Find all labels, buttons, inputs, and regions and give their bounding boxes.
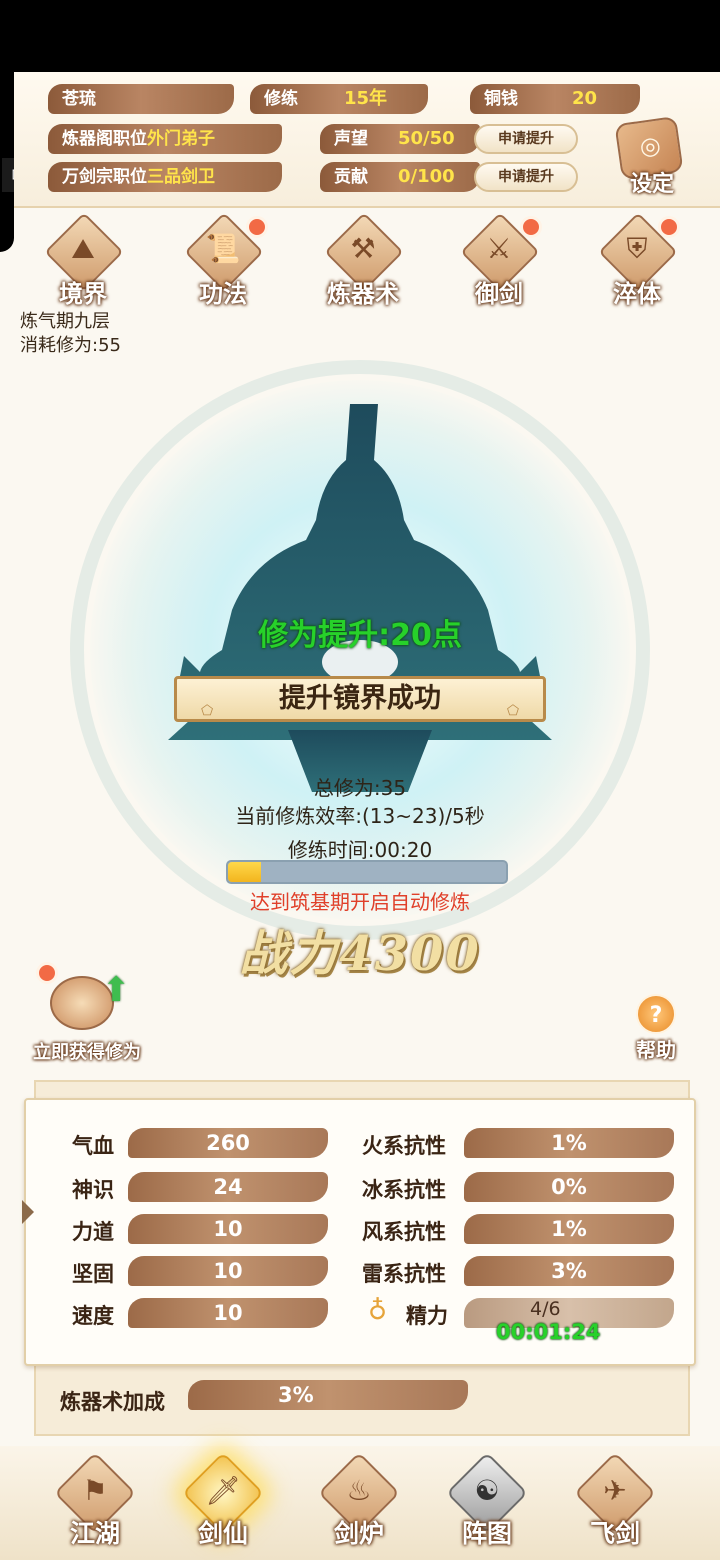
stat-label-defense: 坚固: [72, 1262, 114, 1286]
copper-coins-value: 20: [572, 88, 598, 109]
question-icon: ?: [636, 994, 676, 1034]
nav-sword-immortal[interactable]: 🗡 剑仙: [168, 1451, 278, 1554]
flying-sword-icon: ✈: [603, 1474, 627, 1507]
yinyang-icon: ☯: [474, 1474, 500, 1507]
sect-post: 万剑宗职位三品剑卫: [48, 162, 282, 192]
stat-value-thunder-res: 3%: [464, 1256, 674, 1286]
cultivator-silhouette: [168, 404, 552, 792]
feature-technique[interactable]: 📜 功法: [168, 212, 278, 312]
cultivation-years: 修练 15年: [250, 84, 428, 114]
stat-value-wind-res: 1%: [464, 1214, 674, 1244]
total-cultivation: 总修为:35: [313, 776, 407, 800]
mountain-icon: ⛰: [71, 232, 95, 265]
notification-dot: [658, 216, 680, 238]
nav-formation[interactable]: ☯ 阵图: [432, 1451, 542, 1554]
realm-cost: 消耗修为:55: [20, 335, 121, 356]
stat-value-defense: 10: [128, 1256, 328, 1286]
contribution: 贡献 0/100: [320, 162, 480, 192]
cultivation-years-value: 15年: [344, 88, 388, 109]
stat-label-thunder-res: 雷系抗性: [362, 1262, 446, 1286]
contribution-value: 0/100: [398, 166, 455, 187]
gourd-icon: ♁: [368, 1296, 388, 1326]
realm-level: 炼气期九层: [20, 311, 110, 332]
apply-promotion-button[interactable]: 申请提升: [474, 124, 578, 154]
armor-icon: ⛨: [626, 232, 648, 265]
stat-label-ice-res: 冰系抗性: [362, 1178, 446, 1202]
notification-dot: [520, 216, 542, 238]
stat-value-spirit: 24: [128, 1172, 328, 1202]
stat-label-strength: 力道: [72, 1220, 114, 1244]
breakthrough-banner: ⬠ 提升镜界成功 ⬠: [174, 676, 546, 722]
furnace-icon: ♨: [346, 1474, 372, 1507]
reputation-value: 50/50: [398, 128, 455, 149]
forging-bonus-label: 炼器术加成: [60, 1390, 165, 1414]
realm-info: 炼气期九层 消耗修为:55: [20, 310, 121, 358]
banner-icon: ⚑: [82, 1474, 108, 1507]
forge-icon: ⚒: [350, 232, 376, 265]
stat-value-speed: 10: [128, 1298, 328, 1328]
stat-label-fire-res: 火系抗性: [362, 1134, 446, 1158]
instant-gain-button[interactable]: ⬆ 立即获得修为: [12, 962, 162, 1066]
sword-immortal-icon: 🗡: [205, 1474, 241, 1507]
feature-realm[interactable]: ⛰ 境界: [28, 212, 138, 312]
nav-flying-sword[interactable]: ✈ 飞剑: [560, 1451, 670, 1554]
feature-sword[interactable]: ⚔ 御剑: [444, 212, 554, 312]
ornament-icon: ⬠: [506, 703, 519, 719]
energy-timer: 00:01:24: [496, 1320, 601, 1344]
stat-label-wind-res: 风系抗性: [362, 1220, 446, 1244]
help-button[interactable]: ? 帮助: [626, 990, 686, 1062]
cultivation-gain-text: 修为提升:20点: [258, 618, 462, 653]
settings-button[interactable]: 设定: [608, 114, 692, 200]
cultivation-progress-bar: [226, 860, 508, 884]
notification-dot: [246, 216, 268, 238]
stat-value-ice-res: 0%: [464, 1172, 674, 1202]
sect-post-value: 三品剑卫: [147, 167, 215, 187]
stat-label-energy: 精力: [406, 1304, 448, 1328]
feature-body[interactable]: ⛨ 淬体: [582, 212, 692, 312]
auto-cultivate-note: 达到筑基期开启自动修炼: [250, 890, 470, 914]
ornament-icon: ⬠: [201, 703, 214, 719]
stat-label-spirit: 神识: [72, 1178, 114, 1202]
stat-label-hp: 气血: [72, 1134, 114, 1158]
status-bar: [0, 0, 720, 72]
sword-icon: ⚔: [486, 232, 512, 265]
reputation: 声望 50/50: [320, 124, 480, 154]
copper-coins: 铜钱 20: [470, 84, 640, 114]
refinery-post-value: 外门弟子: [147, 129, 215, 149]
stat-value-strength: 10: [128, 1214, 328, 1244]
player-name: 苍琉: [48, 84, 234, 114]
stat-value-fire-res: 1%: [464, 1128, 674, 1158]
progress-fill: [228, 862, 262, 882]
notification-dot: [36, 962, 58, 984]
up-arrow-icon: ⬆: [102, 970, 131, 1010]
stat-value-hp: 260: [128, 1128, 328, 1158]
stat-label-speed: 速度: [72, 1304, 114, 1328]
forging-bonus-value: 3%: [188, 1380, 468, 1410]
refinery-post: 炼器阁职位外门弟子: [48, 124, 282, 154]
nav-sword-furnace[interactable]: ♨ 剑炉: [304, 1451, 414, 1554]
feature-forging[interactable]: ⚒ 炼器术: [308, 212, 418, 312]
apply-promotion-button-2[interactable]: 申请提升: [474, 162, 578, 192]
nav-jianghu[interactable]: ⚑ 江湖: [40, 1451, 150, 1554]
cultivation-efficiency: 当前修炼效率:(13~23)/5秒: [235, 804, 485, 828]
panel-toggle-arrow[interactable]: [22, 1200, 34, 1224]
cultivation-time: 修练时间:00:20: [287, 838, 433, 862]
energy-value: 4/6: [530, 1298, 561, 1320]
